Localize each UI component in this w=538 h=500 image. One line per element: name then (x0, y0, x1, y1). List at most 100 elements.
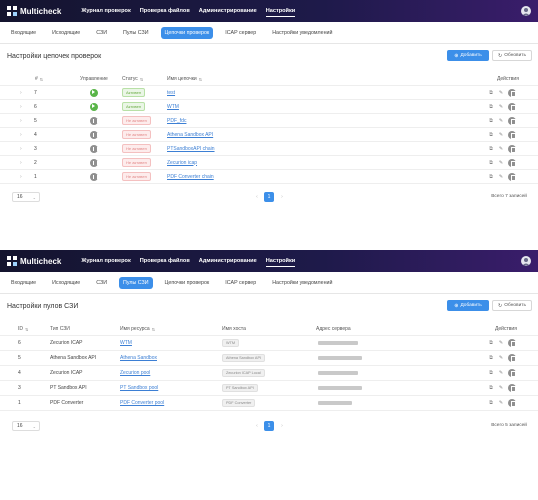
delete-icon[interactable] (508, 339, 516, 347)
nav-settings[interactable]: Настройки (265, 256, 296, 267)
copy-icon[interactable]: ⧉ (488, 104, 494, 110)
delete-icon[interactable] (508, 116, 516, 125)
nav-file-check[interactable]: Проверка файлов (140, 256, 190, 267)
nav-file-check[interactable]: Проверка файлов (140, 6, 190, 17)
delete-icon[interactable] (508, 88, 516, 97)
page-1-button[interactable]: 1 (264, 192, 274, 202)
next-page-button[interactable]: › (277, 421, 287, 431)
pause-toggle-icon[interactable] (90, 130, 98, 139)
per-page-select[interactable]: 16 ⌄ (12, 421, 40, 431)
refresh-button[interactable]: ↻ Обновить (492, 300, 532, 311)
copy-icon[interactable]: ⧉ (488, 385, 494, 391)
row-expander[interactable]: › (20, 114, 22, 127)
col-name[interactable]: Имя цепочки ⇅ (167, 73, 202, 85)
edit-icon[interactable]: ✎ (498, 370, 504, 376)
chain-name-link[interactable]: WTM (167, 104, 179, 110)
delete-icon[interactable] (508, 102, 516, 111)
table-row[interactable]: › 6 Активен WTM ⧉ ✎ (0, 100, 538, 114)
row-expander[interactable]: › (20, 128, 22, 141)
chain-name-link[interactable]: PDF Converter chain (167, 174, 214, 180)
tab-szi-pools[interactable]: Пулы СЗИ (119, 27, 152, 39)
play-toggle-icon[interactable] (90, 102, 98, 111)
col-status[interactable]: Статус ⇅ (122, 73, 143, 85)
edit-icon[interactable]: ✎ (498, 90, 504, 96)
copy-icon[interactable]: ⧉ (488, 174, 494, 180)
row-expander[interactable]: › (20, 156, 22, 169)
row-expander[interactable]: › (20, 100, 22, 113)
delete-icon[interactable] (508, 158, 516, 167)
nav-journal[interactable]: Журнал проверок (81, 6, 130, 17)
copy-icon[interactable]: ⧉ (488, 370, 494, 376)
delete-icon[interactable] (508, 384, 516, 392)
pause-toggle-icon[interactable] (90, 144, 98, 153)
edit-icon[interactable]: ✎ (498, 400, 504, 406)
resource-name-link[interactable]: Athena Sandbox (120, 355, 157, 361)
app-logo[interactable]: Multicheck (7, 256, 61, 266)
edit-icon[interactable]: ✎ (498, 160, 504, 166)
add-button[interactable]: ⊕ Добавить (447, 50, 489, 61)
delete-icon[interactable] (508, 172, 516, 181)
tab-icap-server[interactable]: ICAP сервер (221, 277, 260, 289)
tab-szi[interactable]: СЗИ (92, 27, 111, 39)
copy-icon[interactable]: ⧉ (488, 118, 494, 124)
prev-page-button[interactable]: ‹ (252, 421, 262, 431)
delete-icon[interactable] (508, 369, 516, 377)
row-expander[interactable]: › (20, 170, 22, 183)
col-id[interactable]: ID ⇅ (18, 323, 28, 335)
edit-icon[interactable]: ✎ (498, 104, 504, 110)
col-num[interactable]: # ⇅ (35, 73, 43, 85)
tab-notifications[interactable]: Настройки уведомлений (268, 277, 336, 289)
app-logo[interactable]: Multicheck (7, 6, 61, 16)
chain-name-link[interactable]: Athena Sandbox API (167, 132, 213, 138)
chain-name-link[interactable]: PDF_fdc (167, 118, 186, 124)
user-avatar-icon[interactable] (521, 256, 531, 266)
tab-szi[interactable]: СЗИ (92, 277, 111, 289)
tab-outgoing[interactable]: Исходящие (48, 27, 84, 39)
table-row[interactable]: › 7 Активен test ⧉ ✎ (0, 86, 538, 100)
copy-icon[interactable]: ⧉ (488, 400, 494, 406)
chain-name-link[interactable]: Zecurion icap (167, 160, 197, 166)
row-expander[interactable]: › (20, 86, 22, 99)
table-row[interactable]: › 3 Не активен PTSandboxAPI chain ⧉ ✎ (0, 142, 538, 156)
next-page-button[interactable]: › (277, 192, 287, 202)
user-avatar-icon[interactable] (521, 6, 531, 16)
edit-icon[interactable]: ✎ (498, 340, 504, 346)
table-row[interactable]: 1 PDF Converter PDF Converter pool PDF Conv… (0, 396, 538, 411)
copy-icon[interactable]: ⧉ (488, 90, 494, 96)
resource-name-link[interactable]: PDF Converter pool (120, 400, 164, 406)
table-row[interactable]: › 4 Не активен Athena Sandbox API ⧉ ✎ (0, 128, 538, 142)
nav-admin[interactable]: Администрирование (199, 256, 257, 267)
table-row[interactable]: 3 PT Sandbox API PT Sandbox pool PT Sandbox… (0, 381, 538, 396)
resource-name-link[interactable]: PT Sandbox pool (120, 385, 158, 391)
nav-settings[interactable]: Настройки (265, 6, 296, 17)
table-row[interactable]: › 1 Не активен PDF Converter chain ⧉ ✎ (0, 170, 538, 184)
prev-page-button[interactable]: ‹ (252, 192, 262, 202)
page-1-button[interactable]: 1 (264, 421, 274, 431)
delete-icon[interactable] (508, 130, 516, 139)
table-row[interactable]: 5 Athena Sandbox API Athena Sandbox Athena … (0, 351, 538, 366)
table-row[interactable]: 4 Zecurion ICAP Zecurion pool Zecurion ICAP… (0, 366, 538, 381)
play-toggle-icon[interactable] (90, 88, 98, 97)
edit-icon[interactable]: ✎ (498, 385, 504, 391)
copy-icon[interactable]: ⧉ (488, 132, 494, 138)
edit-icon[interactable]: ✎ (498, 146, 504, 152)
resource-name-link[interactable]: WTM (120, 340, 132, 346)
delete-icon[interactable] (508, 354, 516, 362)
pause-toggle-icon[interactable] (90, 116, 98, 125)
copy-icon[interactable]: ⧉ (488, 340, 494, 346)
edit-icon[interactable]: ✎ (498, 118, 504, 124)
copy-icon[interactable]: ⧉ (488, 355, 494, 361)
edit-icon[interactable]: ✎ (498, 174, 504, 180)
add-button[interactable]: ⊕ Добавить (447, 300, 489, 311)
edit-icon[interactable]: ✎ (498, 132, 504, 138)
table-row[interactable]: › 2 Не активен Zecurion icap ⧉ ✎ (0, 156, 538, 170)
table-row[interactable]: 6 Zecurion ICAP WTM WTM ⧉ ✎ (0, 336, 538, 351)
col-resource[interactable]: Имя ресурса ⇅ (120, 323, 155, 335)
tab-incoming[interactable]: Входящие (7, 277, 40, 289)
tab-szi-pools[interactable]: Пулы СЗИ (119, 276, 153, 289)
edit-icon[interactable]: ✎ (498, 355, 504, 361)
pause-toggle-icon[interactable] (90, 172, 98, 181)
tab-incoming[interactable]: Входящие (7, 27, 40, 39)
tab-icap-server[interactable]: ICAP сервер (221, 27, 260, 39)
tab-check-chains[interactable]: Цепочки проверок (160, 26, 214, 39)
